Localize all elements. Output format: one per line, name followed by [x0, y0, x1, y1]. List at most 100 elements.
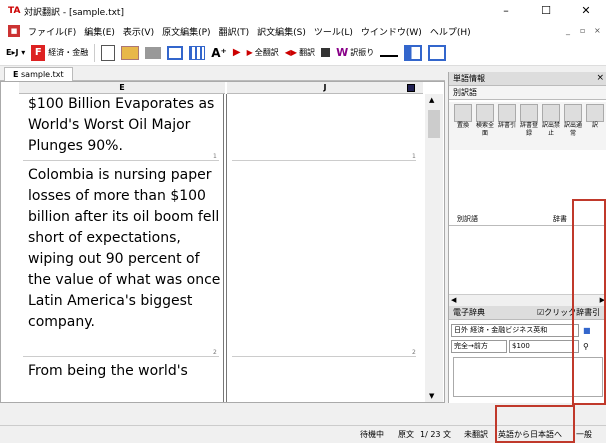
translate-icon: ◀▶ [284, 48, 298, 57]
scroll-down-icon[interactable]: ▼ [429, 392, 434, 400]
menu-help[interactable]: ヘルプ(H) [430, 25, 471, 38]
scroll-thumb[interactable] [428, 110, 440, 138]
segment-number: 2 [412, 349, 416, 356]
highlight-box [572, 199, 606, 405]
menu-file[interactable]: ファイル(F) [28, 25, 76, 38]
dict-lookup-label: 訳振り [350, 48, 375, 57]
word-tools: 置換 検索全面 辞書引 辞書登録 訳出禁止 訳出通常 訳 [449, 102, 606, 150]
menu-target-edit[interactable]: 訳文編集(S) [257, 25, 306, 38]
source-segment[interactable]: Colombia is nursing paper losses of more… [28, 165, 222, 333]
toolbar-separator [94, 43, 96, 62]
no-translate-button[interactable]: 訳出禁止 [541, 102, 561, 138]
segment-number: 1 [213, 153, 217, 160]
tab-sample-label: sample.txt [21, 70, 64, 79]
register-icon [520, 104, 538, 122]
translate-all-button[interactable]: ▶ 全翻訳 [247, 43, 279, 63]
menu-view[interactable]: 表示(V) [123, 25, 154, 38]
document-tabbar: E sample.txt [0, 67, 445, 81]
maximize-button[interactable]: ☐ [526, 0, 566, 22]
dict-lookup-tool[interactable]: 辞書引 [497, 102, 517, 130]
source-segment[interactable]: From being the world's [28, 361, 222, 382]
status-general[interactable]: 一般 [576, 429, 592, 440]
stop-icon[interactable] [321, 48, 331, 57]
match-mode-select[interactable]: 完全→前方 [451, 339, 507, 353]
replace-icon [454, 104, 472, 122]
translate-label: 翻訳 [299, 48, 316, 57]
split-vertical-icon[interactable] [167, 45, 184, 60]
layout-horizontal-icon[interactable] [404, 44, 423, 61]
mdi-restore-icon[interactable]: ▫ [580, 26, 585, 35]
translate-all-icon: ▶ [246, 48, 253, 57]
minimize-button[interactable]: – [486, 0, 526, 22]
target-column-header: J [227, 82, 423, 94]
target-pane[interactable]: 1 2 [228, 94, 424, 402]
source-pane[interactable]: $100 Billion Evaporates as World's Worst… [19, 94, 223, 402]
title-bar: TA 対訳翻訳 - [sample.txt] – ☐ ✕ [0, 0, 606, 22]
source-column-header: E [19, 82, 225, 94]
dict-header: 辞書 [553, 215, 567, 223]
source-segment[interactable]: $100 Billion Evaporates as World's Worst… [28, 94, 222, 157]
search-icon [476, 104, 494, 122]
segment-divider [232, 160, 416, 161]
space-icon[interactable] [380, 49, 399, 57]
domain-button[interactable]: F 経済・金融 [31, 43, 88, 63]
normal-translate-icon [564, 104, 582, 122]
columns-icon[interactable] [189, 45, 206, 60]
panel-close-icon[interactable]: × [596, 73, 604, 83]
dict-register-button[interactable]: 辞書登録 [519, 102, 539, 138]
translation-editor[interactable]: E J $100 Billion Evaporates as World's W… [0, 81, 445, 403]
dict-lookup-icon: W [336, 46, 349, 59]
segment-divider [232, 356, 416, 357]
tab-sample[interactable]: E sample.txt [4, 67, 73, 81]
font-size-icon[interactable]: A⁺ [211, 43, 227, 63]
document-icon: ■ [8, 25, 20, 37]
dict-lookup-button[interactable]: W 訳振り [336, 43, 374, 63]
menu-edit[interactable]: 編集(E) [84, 25, 115, 38]
pane-divider[interactable] [223, 94, 227, 402]
status-state: 待機中 [360, 430, 384, 439]
alt-words-header: 別訳語 [457, 215, 478, 223]
play-icon[interactable]: ▶ [233, 43, 241, 63]
dictionary-select[interactable]: 日外 経済・金融ビジネス英和 [451, 323, 579, 337]
status-untranslated: 未翻訳 [464, 430, 488, 439]
print-icon[interactable] [145, 46, 162, 59]
window-title: 対訳翻訳 - [sample.txt] [24, 7, 124, 18]
dict-search-input[interactable]: $100 [509, 339, 579, 353]
toolbar: E▸J ▾ F 経済・金融 A⁺ ▶ ▶ 全翻訳 ◀▶ 翻訳 W 訳振り [0, 40, 606, 66]
book-icon [498, 104, 516, 122]
alt-words-title: 別訳語 [449, 86, 606, 100]
translate-all-label: 全翻訳 [254, 48, 279, 57]
extra-tool-button[interactable]: 訳 [585, 102, 605, 130]
menu-tools[interactable]: ツール(L) [314, 25, 353, 38]
scroll-up-icon[interactable]: ▲ [429, 96, 434, 104]
open-folder-icon[interactable] [121, 45, 140, 60]
translate-button[interactable]: ◀▶ 翻訳 [285, 43, 315, 63]
new-file-icon[interactable] [101, 44, 116, 61]
segment-divider [23, 356, 219, 357]
normal-translate-button[interactable]: 訳出通常 [563, 102, 583, 138]
menu-translate[interactable]: 翻訳(T) [219, 25, 250, 38]
mdi-close-icon[interactable]: × [594, 26, 601, 35]
app-window: TA 対訳翻訳 - [sample.txt] – ☐ ✕ ■ ファイル(F) 編… [0, 0, 606, 443]
doc-e-icon: E [13, 70, 19, 79]
replace-button[interactable]: 置換 [453, 102, 473, 130]
menu-source-edit[interactable]: 原文編集(P) [162, 25, 210, 38]
segment-marker-icon[interactable] [407, 84, 415, 92]
layout-vertical-icon[interactable] [428, 44, 447, 61]
edict-title: 電子辞典 [453, 308, 485, 317]
no-translate-icon [542, 104, 560, 122]
mdi-minimize-icon[interactable]: _ [566, 26, 570, 35]
close-button[interactable]: ✕ [566, 0, 606, 22]
domain-label: 経済・金融 [48, 48, 89, 57]
segment-divider [23, 160, 219, 161]
segment-number: 1 [412, 153, 416, 160]
segment-number: 2 [213, 349, 217, 356]
search-all-button[interactable]: 検索全面 [475, 102, 495, 138]
menu-bar: ■ ファイル(F) 編集(E) 表示(V) 原文編集(P) 翻訳(T) 訳文編集… [0, 22, 606, 40]
editor-scrollbar[interactable]: ▲ ▼ [425, 94, 443, 402]
scroll-left-icon[interactable]: ◀ [451, 296, 456, 304]
lang-direction-dropdown[interactable]: E▸J ▾ [6, 43, 25, 63]
domain-icon: F [31, 44, 46, 61]
menu-window[interactable]: ウインドウ(W) [361, 25, 422, 38]
word-info-title: 単語情報 [449, 72, 606, 86]
